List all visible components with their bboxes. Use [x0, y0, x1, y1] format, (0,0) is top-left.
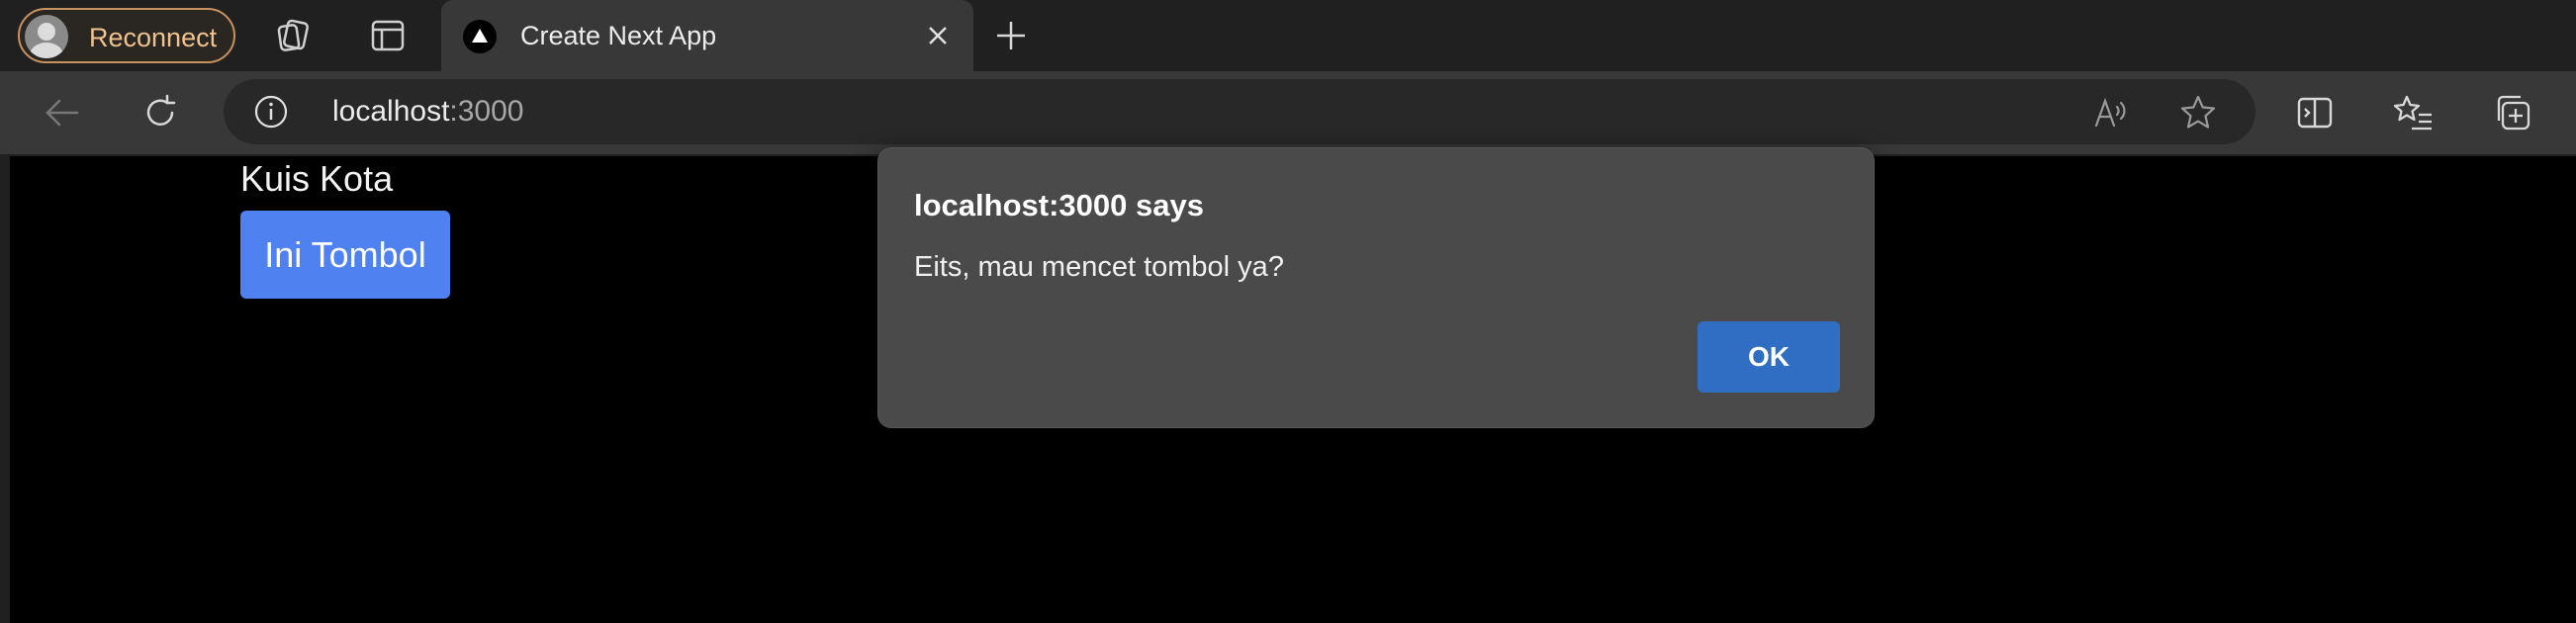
- close-tab-icon[interactable]: [922, 20, 954, 51]
- refresh-icon[interactable]: [138, 91, 182, 134]
- tab-strip: Reconnect Create Next App: [0, 0, 2576, 71]
- ini-tombol-button[interactable]: Ini Tombol: [240, 211, 450, 299]
- alert-dialog: localhost:3000 says Eits, mau mencet tom…: [877, 147, 1875, 428]
- site-info-icon[interactable]: [253, 94, 289, 130]
- url-text: localhost:3000: [332, 95, 524, 128]
- new-tab-plus-icon[interactable]: [989, 14, 1033, 57]
- profile-reconnect-button[interactable]: Reconnect: [18, 8, 235, 63]
- avatar: [25, 15, 68, 58]
- tab-create-next-app[interactable]: Create Next App: [441, 0, 973, 71]
- dialog-title: localhost:3000 says: [914, 188, 1204, 222]
- dialog-message: Eits, mau mencet tombol ya?: [914, 251, 1284, 283]
- page-title: Kuis Kota: [240, 158, 394, 199]
- nextjs-favicon-icon: [463, 20, 497, 53]
- tab-title: Create Next App: [520, 21, 717, 50]
- favorite-star-icon[interactable]: [2178, 93, 2218, 133]
- read-aloud-icon[interactable]: [2091, 93, 2131, 133]
- ok-button[interactable]: OK: [1698, 321, 1840, 393]
- collections-icon[interactable]: [2491, 91, 2534, 134]
- browser-toolbar: localhost:3000: [0, 71, 2576, 154]
- favorites-icon[interactable]: [2392, 91, 2436, 134]
- vertical-tabs-icon[interactable]: [366, 14, 410, 57]
- workspaces-icon[interactable]: [272, 14, 316, 57]
- address-bar[interactable]: localhost:3000: [224, 79, 2255, 144]
- split-screen-icon[interactable]: [2293, 91, 2337, 134]
- back-arrow-icon[interactable]: [40, 91, 83, 134]
- reconnect-label: Reconnect: [89, 23, 218, 52]
